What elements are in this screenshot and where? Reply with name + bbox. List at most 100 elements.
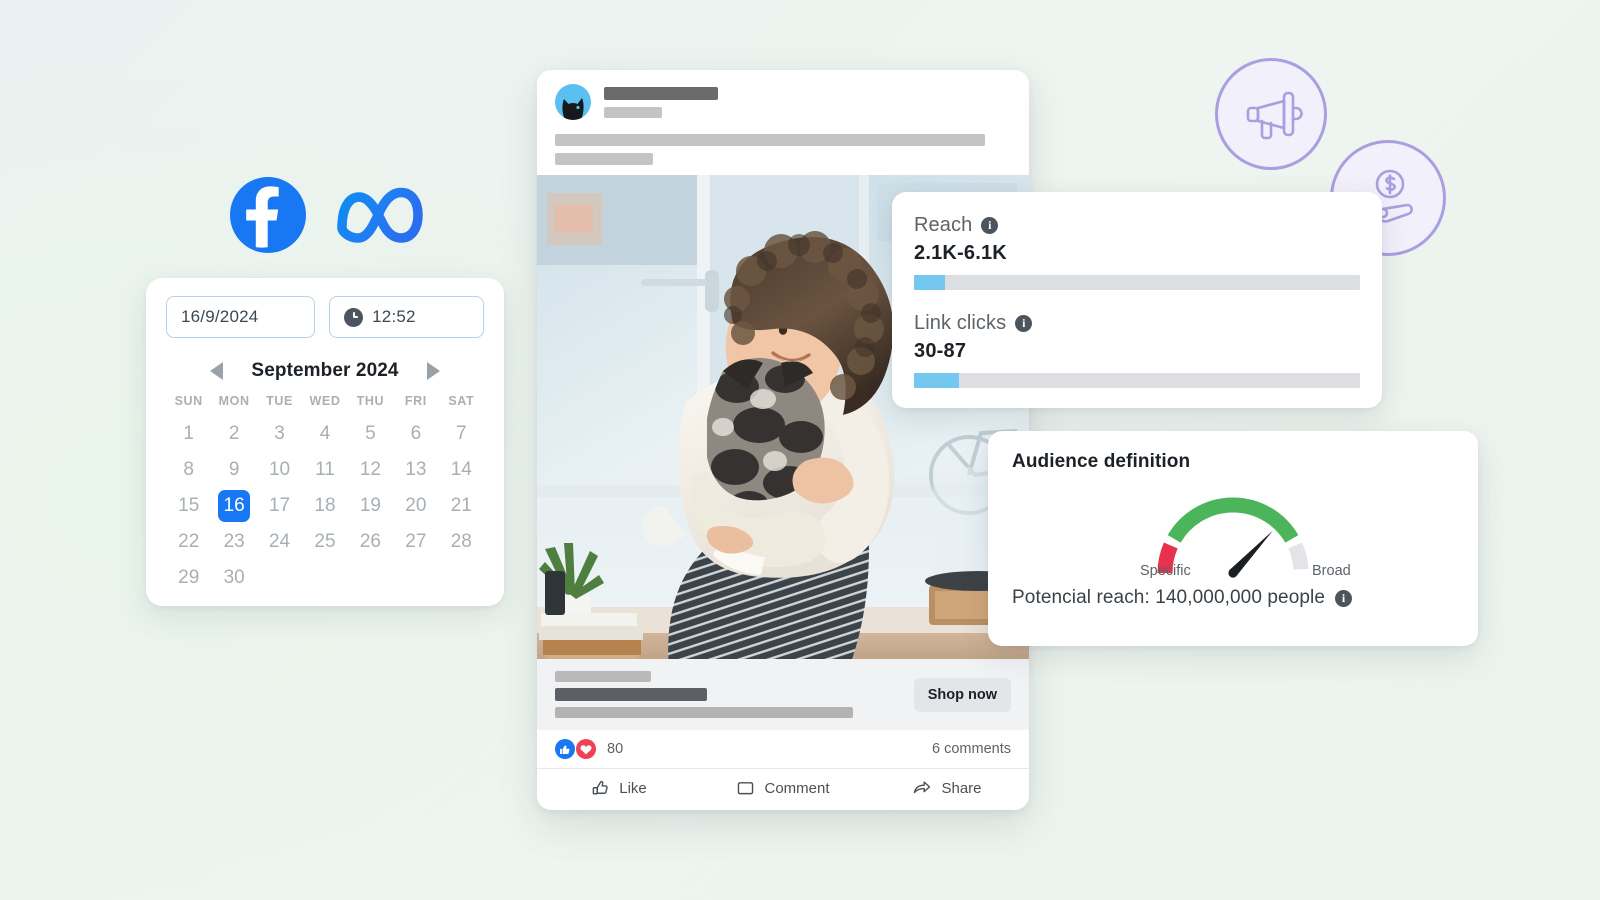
calendar-day[interactable]: 2	[211, 418, 256, 450]
link-clicks-progress-track	[914, 373, 1360, 388]
calendar-weekday-tue: TUE	[266, 394, 293, 408]
reaction-count: 80	[607, 741, 624, 757]
date-value: 16/9/2024	[181, 307, 259, 326]
reach-value: 2.1K-6.1K	[914, 242, 1007, 264]
post-header	[537, 70, 1029, 175]
post-text-placeholder-line1	[555, 134, 985, 146]
calendar-day[interactable]: 19	[348, 490, 393, 522]
chevron-right-icon[interactable]	[426, 362, 440, 380]
time-input[interactable]: 12:52	[329, 296, 484, 338]
calendar-weekday-thu: THU	[356, 394, 385, 408]
comment-count: 6 comments	[932, 741, 1011, 757]
link-clicks-label-row: Link clicks i	[914, 312, 1360, 335]
comment-label: Comment	[764, 780, 830, 797]
calendar-day[interactable]: 8	[166, 454, 211, 486]
gauge-segment-defined	[1167, 497, 1299, 543]
cta-placeholder-line1	[555, 671, 651, 682]
calendar-day[interactable]: 14	[439, 454, 484, 486]
calendar-day[interactable]: 1	[166, 418, 211, 450]
potential-reach-info-icon[interactable]: i	[1335, 589, 1353, 607]
reactions-group[interactable]: 80	[555, 739, 623, 759]
calendar-day[interactable]: 10	[257, 454, 302, 486]
calendar-day[interactable]: 3	[257, 418, 302, 450]
calendar-day[interactable]: 17	[257, 490, 302, 522]
thumbs-up-icon	[555, 739, 575, 759]
post-action-bar: Like Comment Share	[537, 769, 1029, 810]
datetime-fields: 16/9/2024 12:52	[166, 296, 484, 338]
calendar-day[interactable]: 20	[393, 490, 438, 522]
calendar-day[interactable]: 29	[166, 562, 211, 594]
calendar-day[interactable]: 27	[393, 526, 438, 558]
time-value: 12:52	[372, 307, 416, 326]
post-stats-bar: 80 6 comments	[537, 730, 1029, 769]
calendar-day[interactable]: 6	[393, 418, 438, 450]
gauge-segment-broad	[1288, 542, 1309, 570]
share-label: Share	[941, 780, 982, 797]
reach-progress-fill	[914, 275, 946, 290]
calendar-day[interactable]: 11	[302, 454, 347, 486]
comment-action[interactable]: Comment	[701, 779, 865, 798]
cat-avatar-icon[interactable]	[555, 84, 591, 120]
gauge-needle	[1228, 530, 1273, 578]
heart-icon	[576, 739, 596, 759]
meta-logo	[337, 187, 423, 243]
post-identity	[555, 84, 1011, 120]
reach-label: Reach	[914, 214, 973, 236]
like-action[interactable]: Like	[537, 779, 701, 798]
calendar-day[interactable]: 4	[302, 418, 347, 450]
share-action[interactable]: Share	[865, 779, 1029, 798]
calendar-weekday-sun: SUN	[174, 394, 203, 408]
calendar-grid: SUN MON TUE WED THU FRI SAT 1 2 3 4 5 6 7 8 9 10 11 12 13 14…	[166, 394, 484, 594]
author-name-placeholder	[604, 86, 718, 100]
calendar-day[interactable]: 25	[302, 526, 347, 558]
calendar-weekday-mon: MON	[218, 394, 250, 408]
cta-placeholder-line2	[555, 688, 707, 701]
calendar-day[interactable]: 18	[302, 490, 347, 522]
gauge-label-specific: Specific	[1140, 563, 1191, 579]
date-input[interactable]: 16/9/2024	[166, 296, 316, 338]
link-clicks-value: 30-87	[914, 340, 967, 362]
shop-now-button[interactable]: Shop now	[913, 677, 1011, 712]
calendar-day[interactable]: 28	[439, 526, 484, 558]
calendar-weekday-wed: WED	[309, 394, 341, 408]
like-label: Like	[619, 780, 647, 797]
calendar-day[interactable]: 21	[439, 490, 484, 522]
calendar-day-selected[interactable]: 16	[218, 490, 251, 522]
gauge-needle-hub	[1228, 568, 1238, 578]
canvas: 16/9/2024 12:52 September 2024 SUN MON TUE…	[0, 0, 1600, 900]
chevron-left-icon[interactable]	[210, 362, 224, 380]
estimates-card: Reach i 2.1K-6.1K Link clicks i 30-87	[892, 192, 1382, 408]
comment-bubble-icon	[738, 782, 754, 795]
calendar-weekday-fri: FRI	[404, 394, 427, 408]
calendar-day[interactable]: 15	[166, 490, 211, 522]
reach-info-icon[interactable]: i	[981, 217, 999, 234]
calendar-day[interactable]: 24	[257, 526, 302, 558]
link-clicks-block: Link clicks i 30-87	[914, 312, 1360, 388]
calendar-day[interactable]: 12	[348, 454, 393, 486]
calendar-day[interactable]: 22	[166, 526, 211, 558]
potential-reach-row: Potencial reach: 140,000,000 people i	[1012, 587, 1454, 609]
audience-gauge: Specific Broad	[1012, 475, 1454, 583]
calendar-day[interactable]: 26	[348, 526, 393, 558]
reach-label-row: Reach i	[914, 214, 1360, 237]
audience-title: Audience definition	[1012, 451, 1191, 472]
link-clicks-progress-fill	[914, 373, 959, 388]
reach-block: Reach i 2.1K-6.1K	[914, 214, 1360, 290]
link-clicks-info-icon[interactable]: i	[1015, 315, 1033, 332]
post-meta-placeholder	[604, 106, 662, 118]
calendar-day[interactable]: 13	[393, 454, 438, 486]
calendar-day[interactable]: 9	[211, 454, 256, 486]
calendar-day[interactable]: 30	[211, 562, 256, 594]
link-clicks-label: Link clicks	[914, 312, 1007, 334]
cat-silhouette-icon	[562, 98, 584, 120]
calendar-day[interactable]: 5	[348, 418, 393, 450]
share-arrow-icon	[914, 781, 931, 794]
post-cta-bar: Shop now	[537, 659, 1029, 730]
scheduler-card: 16/9/2024 12:52 September 2024 SUN MON TUE…	[146, 278, 504, 606]
facebook-post-card: Shop now 80 6 comments Like Comment Shar…	[537, 70, 1029, 810]
cta-text-placeholders	[555, 671, 853, 718]
reach-progress-track	[914, 275, 1360, 290]
gauge-label-broad: Broad	[1312, 563, 1351, 579]
calendar-day[interactable]: 23	[211, 526, 256, 558]
calendar-day[interactable]: 7	[439, 418, 484, 450]
